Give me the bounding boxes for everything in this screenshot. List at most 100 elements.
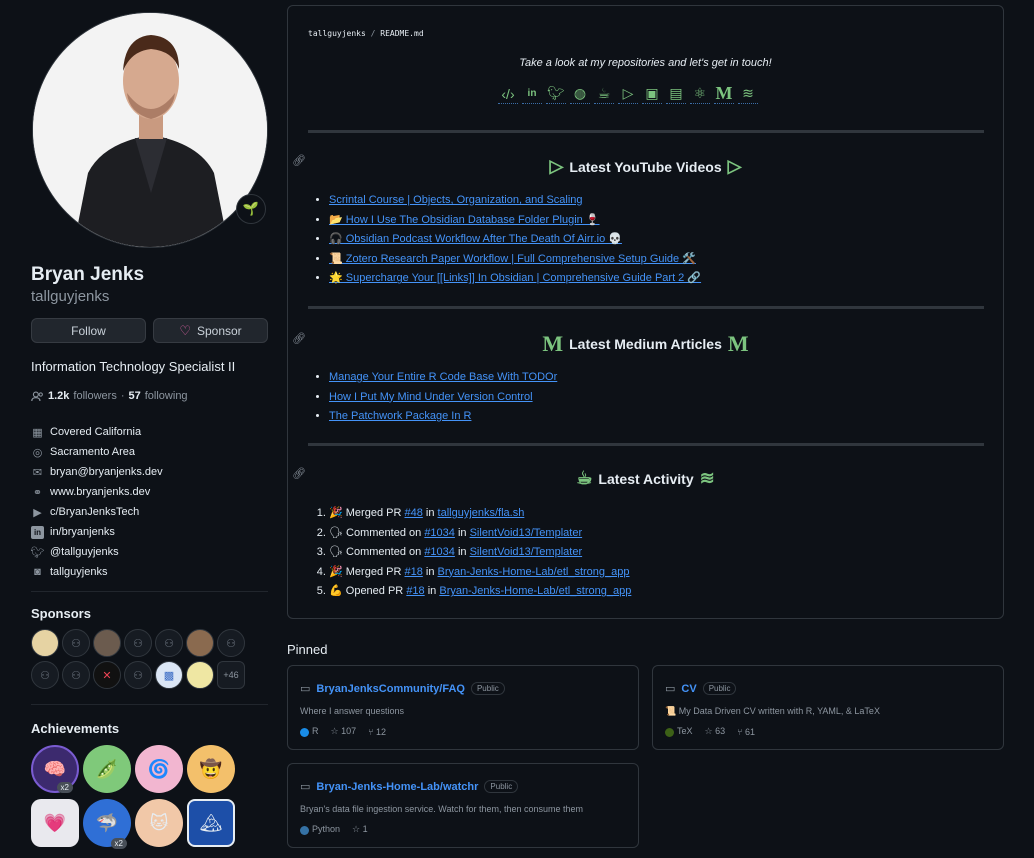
article-link[interactable]: The Patchwork Package In R: [329, 410, 471, 422]
twitter-icon[interactable]: 🐦︎: [546, 84, 566, 104]
list-item: The Patchwork Package In R: [329, 407, 557, 427]
repo-language: TeX: [665, 726, 693, 737]
activity-repo-link[interactable]: Bryan-Jenks-Home-Lab/etl_strong_app: [439, 585, 631, 597]
detail-text[interactable]: @tallguyjenks: [50, 546, 119, 558]
video-link[interactable]: 📂 How I Use The Obsidian Database Folder…: [329, 214, 600, 226]
activity-action: Merged PR: [345, 565, 402, 578]
follow-button[interactable]: Follow: [31, 318, 146, 343]
activity-ref-link[interactable]: #1034: [424, 527, 455, 539]
avatar[interactable]: [32, 12, 268, 248]
status-emoji-icon[interactable]: 🌱: [236, 194, 266, 224]
sponsor-avatar-placeholder-icon[interactable]: ⚇: [155, 629, 183, 657]
sponsor-avatar-placeholder-icon[interactable]: ⚇: [217, 629, 245, 657]
video-link[interactable]: 📜 Zotero Research Paper Workflow | Full …: [329, 253, 696, 265]
detail-text[interactable]: www.bryanjenks.dev: [50, 486, 150, 498]
public-sponsor-achievement-icon[interactable]: 💗: [31, 799, 79, 847]
detail-website[interactable]: ⚭ www.bryanjenks.dev: [31, 482, 268, 502]
activity-action: Commented on: [346, 526, 422, 539]
activity-ref-link[interactable]: #18: [404, 566, 422, 578]
pull-shark-achievement-icon[interactable]: 🦈 x2: [83, 799, 131, 849]
star-icon: ☆: [704, 726, 713, 736]
repo-name-link[interactable]: Bryan-Jenks-Home-Lab/watchr: [316, 781, 478, 793]
youtube-icon[interactable]: ▷: [618, 84, 638, 104]
globe-icon[interactable]: ◍: [570, 84, 590, 104]
repo-stars[interactable]: ☆ 107: [331, 726, 357, 737]
quickdraw-achievement-icon[interactable]: 🤠: [187, 745, 235, 793]
code-icon[interactable]: ‹/›: [498, 84, 518, 104]
followers-label[interactable]: followers: [73, 390, 116, 402]
repo-stars[interactable]: ☆ 1: [352, 824, 368, 835]
detail-text[interactable]: tallguyjenks: [50, 566, 107, 578]
repo-stars[interactable]: ☆ 63: [705, 726, 726, 737]
medium-article-list: Manage Your Entire R Code Base With TODO…: [329, 368, 557, 427]
activity-repo-link[interactable]: SilentVoid13/Templater: [470, 527, 583, 539]
repo-forks[interactable]: ⑂ 61: [737, 727, 755, 737]
readme-owner[interactable]: tallguyjenks: [308, 29, 366, 38]
atom-icon[interactable]: ⚛︎: [690, 84, 710, 104]
video-link[interactable]: Scrintal Course | Objects, Organization,…: [329, 194, 583, 206]
detail-instagram[interactable]: ◙ tallguyjenks: [31, 562, 268, 582]
article-link[interactable]: Manage Your Entire R Code Base With TODO…: [329, 371, 557, 383]
activity-in: in: [427, 585, 437, 598]
linkedin-icon[interactable]: in: [522, 84, 542, 104]
activity-ref-link[interactable]: #1034: [424, 546, 455, 558]
sponsor-avatar[interactable]: [31, 629, 59, 657]
activity-in: in: [425, 507, 435, 519]
sponsor-avatar-pixel-icon[interactable]: ▩: [155, 661, 183, 689]
sponsor-avatar-placeholder-icon[interactable]: ⚇: [124, 629, 152, 657]
sponsor-avatar-bunny-icon[interactable]: ✕: [93, 661, 121, 689]
activity-ref-link[interactable]: #48: [404, 507, 422, 519]
sponsor-avatar[interactable]: [186, 661, 214, 689]
coffee-icon[interactable]: ☕︎: [594, 84, 614, 104]
pair-extraordinaire-achievement-icon[interactable]: 🫛: [83, 745, 131, 793]
activity-repo-link[interactable]: tallguyjenks/fla.sh: [438, 507, 525, 519]
sponsor-avatar-placeholder-icon[interactable]: ⚇: [62, 629, 90, 657]
video-link[interactable]: 🌟 Supercharge Your [[Links]] In Obsidian…: [329, 272, 701, 284]
arctic-code-vault-achievement-icon[interactable]: 🏔: [187, 799, 235, 847]
stack-overflow-icon[interactable]: ≋: [738, 84, 758, 104]
sponsor-avatar[interactable]: [93, 629, 121, 657]
yolo-achievement-icon[interactable]: 🌀: [135, 745, 183, 793]
detail-youtube[interactable]: ▶ c/BryanJenksTech: [31, 502, 268, 522]
activity-ref-link[interactable]: #18: [406, 585, 424, 597]
sponsor-avatar-placeholder-icon[interactable]: ⚇: [31, 661, 59, 689]
video-link[interactable]: 🎧 Obsidian Podcast Workflow After The De…: [329, 233, 622, 245]
sponsor-avatar-placeholder-icon[interactable]: ⚇: [62, 661, 90, 689]
detail-text[interactable]: bryan@bryanjenks.dev: [50, 466, 163, 478]
article-link[interactable]: How I Put My Mind Under Version Control: [329, 391, 533, 403]
repo-forks[interactable]: ⑂ 12: [368, 727, 386, 737]
detail-linkedin[interactable]: in in/bryanjenks: [31, 522, 268, 542]
fork-icon: ⑂: [737, 726, 743, 737]
medium-icon[interactable]: M: [714, 83, 734, 104]
activity-item: 💪 Opened PR #18 in Bryan-Jenks-Home-Lab/…: [329, 582, 631, 602]
repo-name-link[interactable]: BryanJenksCommunity/FAQ: [316, 683, 465, 695]
sponsor-row: ⚇ ⚇ ⚇ ⚇: [31, 629, 268, 657]
following-count[interactable]: 57: [129, 390, 141, 402]
more-sponsors-button[interactable]: +46: [217, 661, 245, 689]
starstruck-achievement-icon[interactable]: 🐱: [135, 799, 183, 847]
sponsor-avatar[interactable]: [186, 629, 214, 657]
following-label[interactable]: following: [145, 390, 188, 402]
repo-name-link[interactable]: CV: [681, 683, 696, 695]
podcast-icon[interactable]: ▣: [642, 84, 662, 104]
detail-text[interactable]: in/bryanjenks: [50, 526, 115, 538]
galaxy-brain-achievement-icon[interactable]: 🧠 x2: [31, 745, 79, 793]
youtube-icon: ▶: [33, 506, 42, 519]
detail-twitter[interactable]: 🐦︎ @tallguyjenks: [31, 542, 268, 562]
sponsor-button[interactable]: ♡ Sponsor: [153, 318, 268, 343]
clipboard-icon[interactable]: ▤: [666, 84, 686, 104]
detail-email[interactable]: ✉ bryan@bryanjenks.dev: [31, 462, 268, 482]
followers-count[interactable]: 1.2k: [48, 390, 69, 402]
twitter-icon: 🐦︎: [30, 546, 45, 559]
activity-repo-link[interactable]: Bryan-Jenks-Home-Lab/etl_strong_app: [438, 566, 630, 578]
activity-item: 🗣 Commented on #1034 in SilentVoid13/Tem…: [329, 524, 631, 544]
sponsor-avatar-placeholder-icon[interactable]: ⚇: [124, 661, 152, 689]
detail-text[interactable]: c/BryanJenksTech: [50, 506, 139, 518]
activity-emoji: 💪: [329, 585, 343, 598]
list-item: Manage Your Entire R Code Base With TODO…: [329, 368, 557, 388]
youtube-icon: ▷: [549, 156, 564, 176]
sponsor-button-label: Sponsor: [196, 323, 242, 338]
social-icon-bar: ‹/› in 🐦︎ ◍ ☕︎ ▷ ▣ ▤ ⚛︎ M ≋: [498, 83, 758, 104]
activity-repo-link[interactable]: SilentVoid13/Templater: [470, 546, 583, 558]
follow-stats: 1.2k followers · 57 following: [31, 390, 188, 402]
